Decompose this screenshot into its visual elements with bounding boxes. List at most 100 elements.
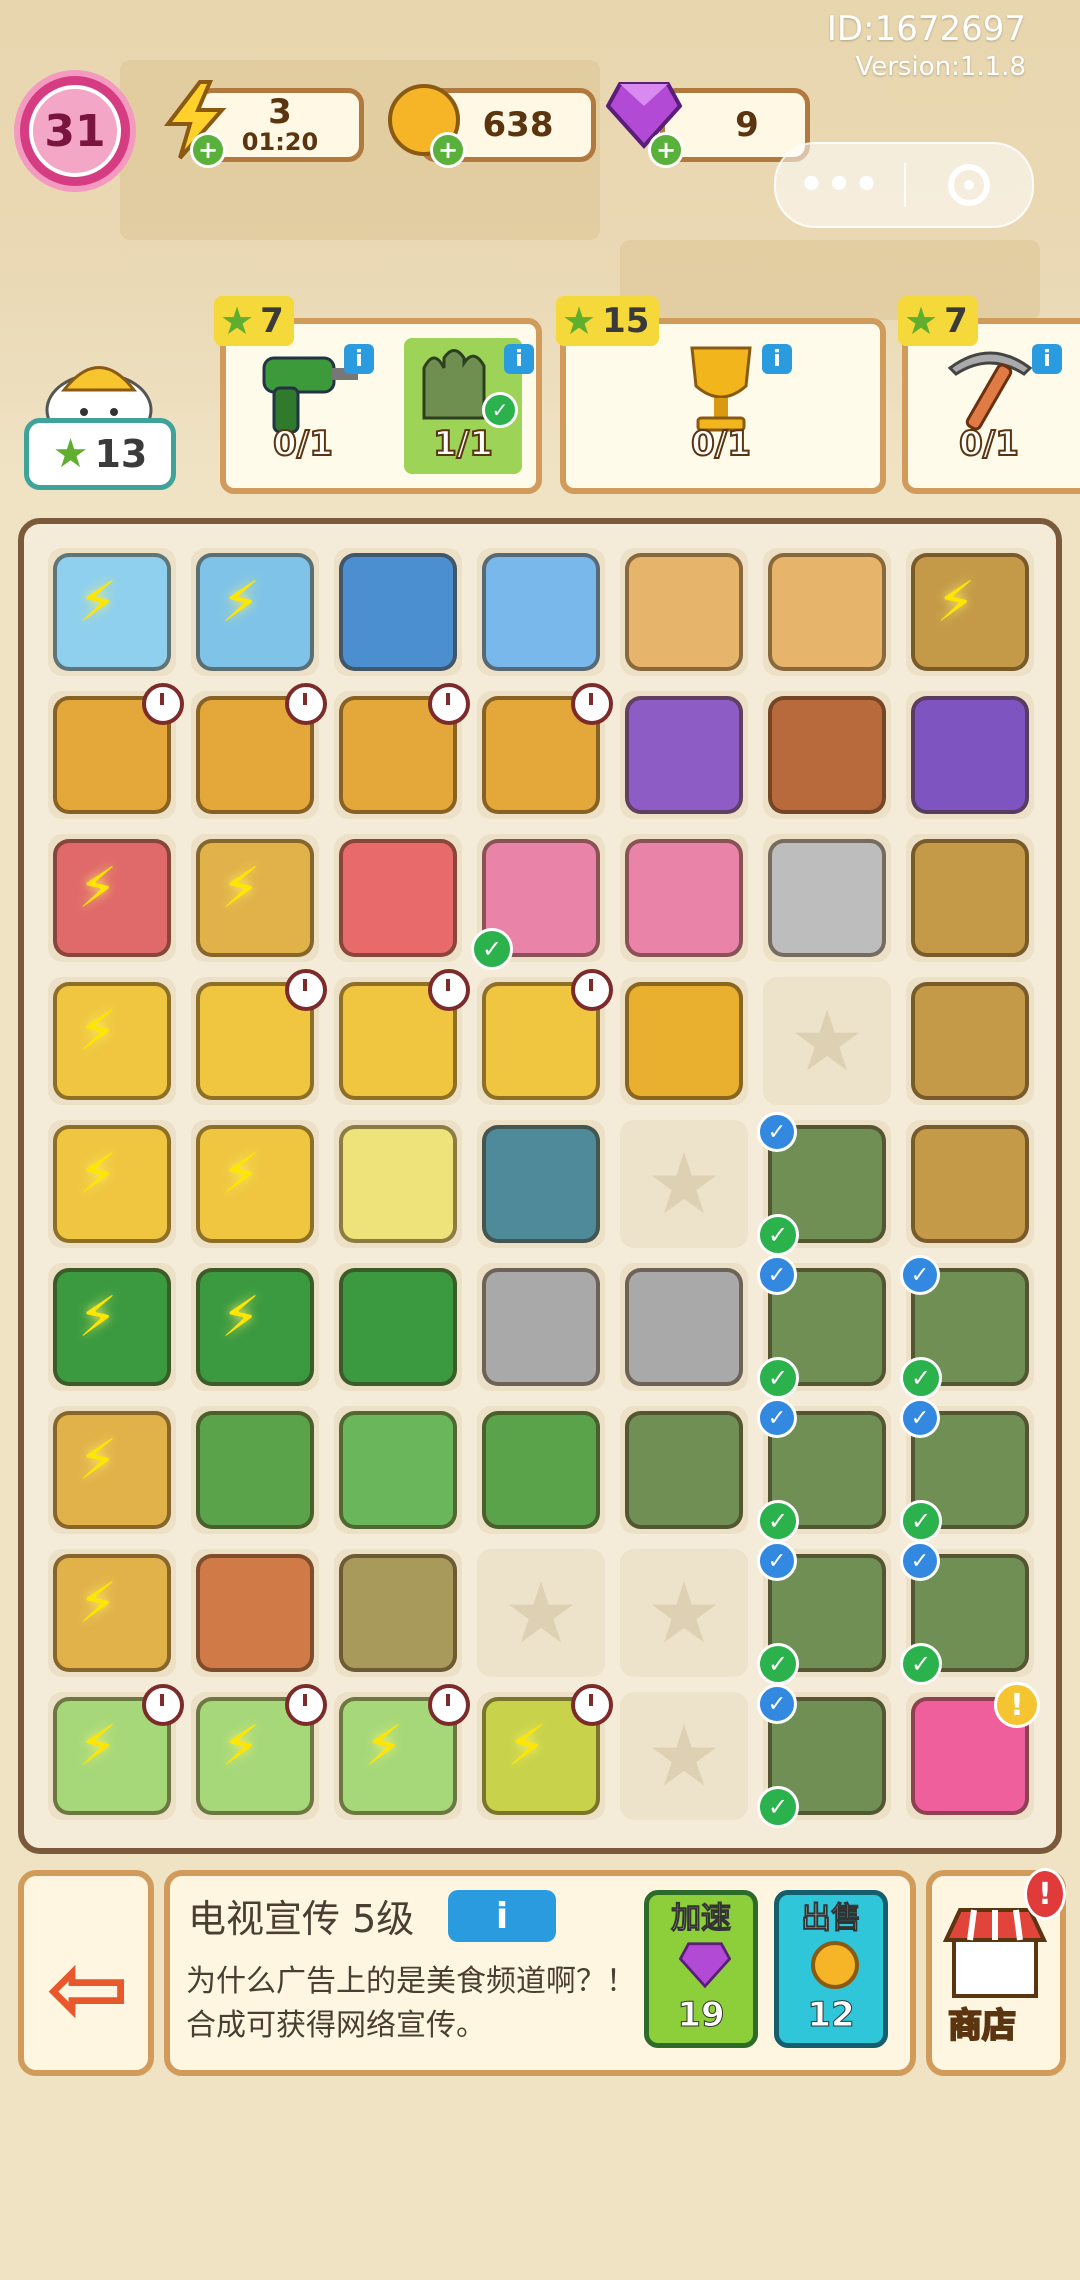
merge-item-icon	[339, 553, 457, 671]
player-level-badge[interactable]: 31	[14, 70, 136, 192]
board-cell[interactable]	[763, 691, 891, 819]
account-info: ID:1672697 Version:1.1.8	[827, 8, 1026, 83]
board-cell[interactable]	[334, 1549, 462, 1677]
merge-item-icon	[768, 553, 886, 671]
star-icon: ★	[220, 299, 255, 343]
board-cell[interactable]	[620, 691, 748, 819]
board-cell[interactable]	[620, 977, 748, 1105]
empty-cell[interactable]: ★	[763, 977, 891, 1105]
board-cell[interactable]	[906, 977, 1034, 1105]
empty-cell[interactable]: ★	[620, 1120, 748, 1248]
board-cell[interactable]	[763, 548, 891, 676]
board-cell[interactable]	[620, 548, 748, 676]
board-cell[interactable]: ⚡	[48, 1684, 184, 1820]
task-info-icon[interactable]: i	[762, 344, 792, 374]
board-cell[interactable]	[906, 1120, 1034, 1248]
add-gems-button[interactable]: +	[648, 132, 684, 168]
board-cell[interactable]	[620, 1406, 748, 1534]
task-info-icon[interactable]: i	[344, 344, 374, 374]
board-cell[interactable]	[477, 1406, 605, 1534]
item-info-button[interactable]: i	[448, 1890, 556, 1942]
empty-cell[interactable]: ★	[620, 1549, 748, 1677]
task-reward: ★ 15	[556, 296, 660, 346]
task-info-icon[interactable]: i	[1032, 344, 1062, 374]
energy-bolt-icon: ⚡	[364, 1714, 404, 1779]
board-cell[interactable]: ✓ ✓	[757, 1684, 891, 1828]
board-cell[interactable]	[191, 1549, 319, 1677]
board-cell[interactable]	[477, 548, 605, 676]
sell-button[interactable]: 出售 12	[774, 1890, 888, 2048]
board-cell[interactable]: ⚡	[477, 1684, 613, 1820]
board-cell[interactable]	[334, 1406, 462, 1534]
merge-item-icon	[625, 1268, 743, 1386]
board-cell[interactable]	[334, 548, 462, 676]
board-cell[interactable]: ⚡	[48, 1406, 176, 1534]
close-miniprogram-icon[interactable]	[906, 164, 1032, 206]
board-cell[interactable]: ⚡	[191, 834, 319, 962]
board-cell[interactable]: ⚡	[48, 834, 176, 962]
empty-cell[interactable]: ★	[620, 1692, 748, 1820]
board-cell[interactable]: ⚡	[48, 977, 176, 1105]
helper-star-count[interactable]: ★ 13	[24, 418, 176, 490]
add-energy-button[interactable]: +	[190, 132, 226, 168]
task-progress: 0/1	[272, 423, 334, 465]
board-cell[interactable]: ⚡	[191, 1684, 327, 1820]
board-cell[interactable]	[334, 683, 470, 819]
energy-bolt-icon: ⚡	[221, 856, 261, 921]
board-cell[interactable]: ⚡	[48, 1263, 176, 1391]
board-cell[interactable]	[620, 834, 748, 962]
board-cell[interactable]: ⚡	[48, 548, 176, 676]
speed-up-button[interactable]: 加速 19	[644, 1890, 758, 2048]
board-cell[interactable]	[906, 834, 1034, 962]
board-cell[interactable]	[620, 1263, 748, 1391]
merge-item-icon	[482, 1268, 600, 1386]
board-cell[interactable]	[191, 1406, 319, 1534]
board-cell[interactable]: ⚡	[48, 1549, 176, 1677]
board-cell[interactable]: ⚡	[191, 1120, 319, 1248]
task-check-icon: ✓	[757, 1214, 799, 1256]
selected-check-icon: ✓	[757, 1541, 797, 1581]
timer-clock-icon	[142, 1684, 184, 1726]
board-cell[interactable]: ⚡	[191, 1263, 319, 1391]
board-cell[interactable]	[477, 1263, 605, 1391]
board-cell[interactable]	[906, 691, 1034, 819]
merge-item-icon	[482, 553, 600, 671]
selected-check-icon: ✓	[757, 1112, 797, 1152]
board-cell[interactable]: ✓ ✓	[900, 1398, 1034, 1542]
board-cell[interactable]	[334, 1263, 462, 1391]
add-coins-button[interactable]: +	[430, 132, 466, 168]
board-cell[interactable]: ⚡	[334, 1684, 470, 1820]
merge-item-icon	[339, 1268, 457, 1386]
board-cell[interactable]	[763, 834, 891, 962]
board-cell[interactable]: ⚡	[48, 1120, 176, 1248]
board-cell[interactable]: ✓ ✓	[900, 1541, 1034, 1685]
task-info-icon[interactable]: i	[504, 344, 534, 374]
more-menu-icon[interactable]: •••	[776, 162, 904, 208]
energy-bolt-icon: ⚡	[78, 1571, 118, 1636]
task-check-icon: ✓	[757, 1786, 799, 1828]
task-check-icon: ✓	[900, 1357, 942, 1399]
board-cell[interactable]: ✓ ✓	[757, 1255, 891, 1399]
board-cell[interactable]	[477, 1120, 605, 1248]
coin-icon	[811, 1941, 859, 1989]
board-cell[interactable]: !	[906, 1682, 1040, 1820]
merge-item-icon	[196, 1411, 314, 1529]
board-cell[interactable]	[191, 683, 327, 819]
board-cell[interactable]	[48, 683, 184, 819]
star-placeholder-icon: ★	[646, 1707, 722, 1805]
board-cell[interactable]: ✓ ✓	[900, 1255, 1034, 1399]
board-cell[interactable]	[477, 969, 613, 1105]
board-cell[interactable]	[334, 969, 470, 1105]
timer-clock-icon	[285, 683, 327, 725]
board-cell[interactable]: ✓ ✓	[757, 1112, 891, 1256]
board-cell[interactable]	[191, 969, 327, 1105]
empty-cell[interactable]: ★	[477, 1549, 605, 1677]
board-cell[interactable]	[477, 683, 613, 819]
board-cell[interactable]: ⚡	[906, 548, 1034, 676]
board-cell[interactable]	[334, 834, 462, 962]
board-cell[interactable]: ✓	[471, 834, 605, 970]
board-cell[interactable]: ✓ ✓	[757, 1398, 891, 1542]
board-cell[interactable]: ✓ ✓	[757, 1541, 891, 1685]
board-cell[interactable]	[334, 1120, 462, 1248]
board-cell[interactable]: ⚡	[191, 548, 319, 676]
